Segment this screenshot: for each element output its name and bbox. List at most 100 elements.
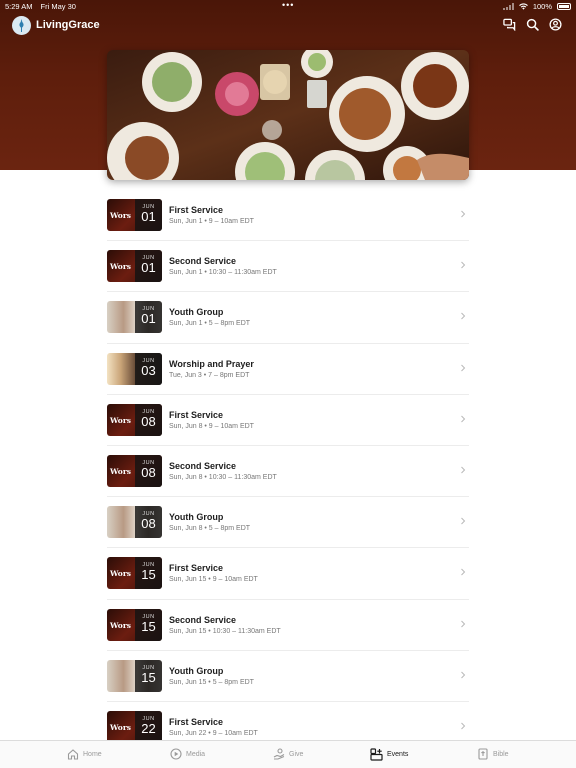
event-datetime: Sun, Jun 1 • 5 – 8pm EDT — [169, 320, 251, 328]
event-day: 08 — [141, 465, 156, 481]
event-date-badge: JUN 15 — [135, 659, 162, 692]
event-row[interactable]: Wors JUN 15 Second Service Sun, Jun 15 • 10:… — [107, 600, 469, 651]
event-day: 01 — [141, 311, 156, 327]
thumbnail-caption: Wors — [110, 415, 131, 425]
event-thumbnail: Wors JUN 22 — [107, 710, 162, 743]
tab-bible[interactable]: Bible — [477, 748, 509, 760]
tab-events-label: Events — [387, 751, 409, 758]
event-datetime: Sun, Jun 15 • 5 – 8pm EDT — [169, 678, 254, 686]
event-thumbnail: Wors JUN 01 — [107, 250, 162, 283]
event-date-badge: JUN 01 — [135, 199, 162, 232]
event-day: 08 — [141, 516, 156, 532]
battery-percent: 100% — [532, 2, 552, 11]
event-datetime: Sun, Jun 22 • 9 – 10am EDT — [169, 729, 258, 737]
event-row[interactable]: JUN 15 Youth Group Sun, Jun 15 • 5 – 8pm ED… — [107, 651, 469, 702]
chevron-right-icon — [461, 517, 466, 525]
thumbnail-caption: Wors — [110, 262, 131, 272]
event-thumbnail: Wors JUN 08 — [107, 455, 162, 488]
tab-media[interactable]: Media — [170, 748, 205, 760]
chevron-right-icon — [461, 313, 466, 320]
events-list: Wors JUN 01 First Service Sun, Jun 1 • 9 – 1… — [107, 190, 469, 754]
tab-give[interactable]: Give — [273, 748, 303, 760]
thumbnail-caption: Wors — [110, 211, 131, 221]
event-title: Second Service — [169, 256, 237, 267]
event-title: Youth Group — [169, 665, 224, 676]
event-row[interactable]: JUN 03 Worship and Prayer Tue, Jun 3 • 7 – … — [107, 344, 469, 395]
wifi-icon — [518, 3, 528, 10]
event-row[interactable]: Wors JUN 01 First Service Sun, Jun 1 • 9 – 1… — [107, 190, 469, 242]
event-day: 15 — [141, 618, 156, 634]
profile-icon[interactable] — [549, 18, 562, 31]
event-datetime: Sun, Jun 15 • 9 – 10am EDT — [169, 576, 258, 584]
event-thumbnail: JUN 08 — [107, 506, 162, 539]
church-logo-icon[interactable] — [12, 16, 31, 35]
event-title: Second Service — [169, 461, 237, 472]
cellular-signal-icon — [502, 3, 514, 10]
event-datetime: Tue, Jun 3 • 7 – 8pm EDT — [169, 371, 250, 379]
app-title: LivingGrace — [36, 19, 100, 31]
event-thumbnail: JUN 01 — [107, 301, 162, 334]
chevron-right-icon — [461, 671, 466, 679]
chevron-right-icon — [461, 261, 466, 269]
event-thumbnail: JUN 15 — [107, 659, 162, 692]
thumbnail-caption: Wors — [110, 569, 131, 579]
event-row[interactable]: Wors JUN 15 First Service Sun, Jun 15 • 9 – … — [107, 548, 469, 600]
event-thumbnail: Wors JUN 08 — [107, 403, 162, 436]
event-date-badge: JUN 08 — [135, 506, 162, 539]
chevron-right-icon — [461, 210, 466, 218]
event-thumbnail: JUN 03 — [107, 352, 162, 385]
tab-media-label: Media — [186, 750, 206, 758]
event-title: First Service — [169, 563, 224, 574]
event-title: Youth Group — [169, 307, 224, 318]
event-day: 15 — [141, 669, 156, 685]
battery-icon — [557, 3, 571, 10]
event-title: Second Service — [169, 614, 237, 625]
thumbnail-caption: Wors — [110, 467, 131, 477]
event-row[interactable]: Wors JUN 08 First Service Sun, Jun 8 • 9 – 1… — [107, 395, 469, 446]
event-thumbnail: Wors JUN 01 — [107, 199, 162, 232]
event-day: 22 — [141, 720, 156, 736]
event-date-badge: JUN 22 — [135, 710, 162, 743]
status-date: Fri May 30 — [40, 2, 76, 11]
event-date-badge: JUN 08 — [135, 403, 162, 436]
tab-events[interactable]: Events — [370, 748, 408, 761]
event-row[interactable]: Wors JUN 01 Second Service Sun, Jun 1 • 10:3… — [107, 241, 469, 293]
thumbnail-caption: Wors — [110, 620, 131, 630]
chevron-right-icon — [461, 568, 466, 576]
event-day: 01 — [141, 260, 156, 276]
event-date-badge: JUN 15 — [135, 557, 162, 590]
event-datetime: Sun, Jun 1 • 10:30 – 11:30am EDT — [169, 269, 277, 277]
event-title: First Service — [169, 716, 224, 727]
event-date-badge: JUN 15 — [135, 608, 162, 641]
tab-home[interactable]: Home — [67, 748, 102, 760]
event-row[interactable]: Wors JUN 08 Second Service Sun, Jun 8 • 10:3… — [107, 446, 469, 498]
tab-home-label: Home — [83, 750, 102, 758]
chevron-right-icon — [461, 415, 466, 423]
top-navigation: LivingGrace — [0, 16, 576, 36]
event-thumbnail: Wors JUN 15 — [107, 608, 162, 641]
event-day: 15 — [141, 567, 156, 583]
chevron-right-icon — [461, 466, 466, 474]
tab-bible-label: Bible — [493, 750, 509, 758]
event-row[interactable]: JUN 01 Youth Group Sun, Jun 1 • 5 – 8pm EDT — [107, 292, 469, 344]
event-date-badge: JUN 03 — [135, 352, 162, 385]
chevron-right-icon — [461, 722, 466, 730]
event-datetime: Sun, Jun 15 • 10:30 – 11:30am EDT — [169, 627, 281, 635]
multitasking-dots[interactable]: ••• — [282, 0, 294, 10]
event-datetime: Sun, Jun 8 • 5 – 8pm EDT — [169, 525, 251, 533]
event-datetime: Sun, Jun 8 • 10:30 – 11:30am EDT — [169, 474, 277, 482]
event-day: 01 — [141, 209, 156, 225]
event-date-badge: JUN 08 — [135, 455, 162, 488]
featured-event-image[interactable] — [107, 50, 469, 180]
bible-icon — [478, 748, 488, 760]
event-datetime: Sun, Jun 1 • 9 – 10am EDT — [169, 218, 254, 226]
chevron-right-icon — [461, 364, 466, 371]
event-title: Youth Group — [169, 512, 224, 523]
event-thumbnail: Wors JUN 15 — [107, 557, 162, 590]
status-bar: 5:29 AM Fri May 30 ••• 100% — [0, 0, 576, 12]
search-icon[interactable] — [526, 18, 539, 31]
event-title: First Service — [169, 409, 224, 420]
event-row[interactable]: JUN 08 Youth Group Sun, Jun 8 • 5 – 8pm EDT — [107, 497, 469, 549]
chat-icon[interactable] — [503, 18, 516, 31]
thumbnail-caption: Wors — [110, 722, 131, 732]
